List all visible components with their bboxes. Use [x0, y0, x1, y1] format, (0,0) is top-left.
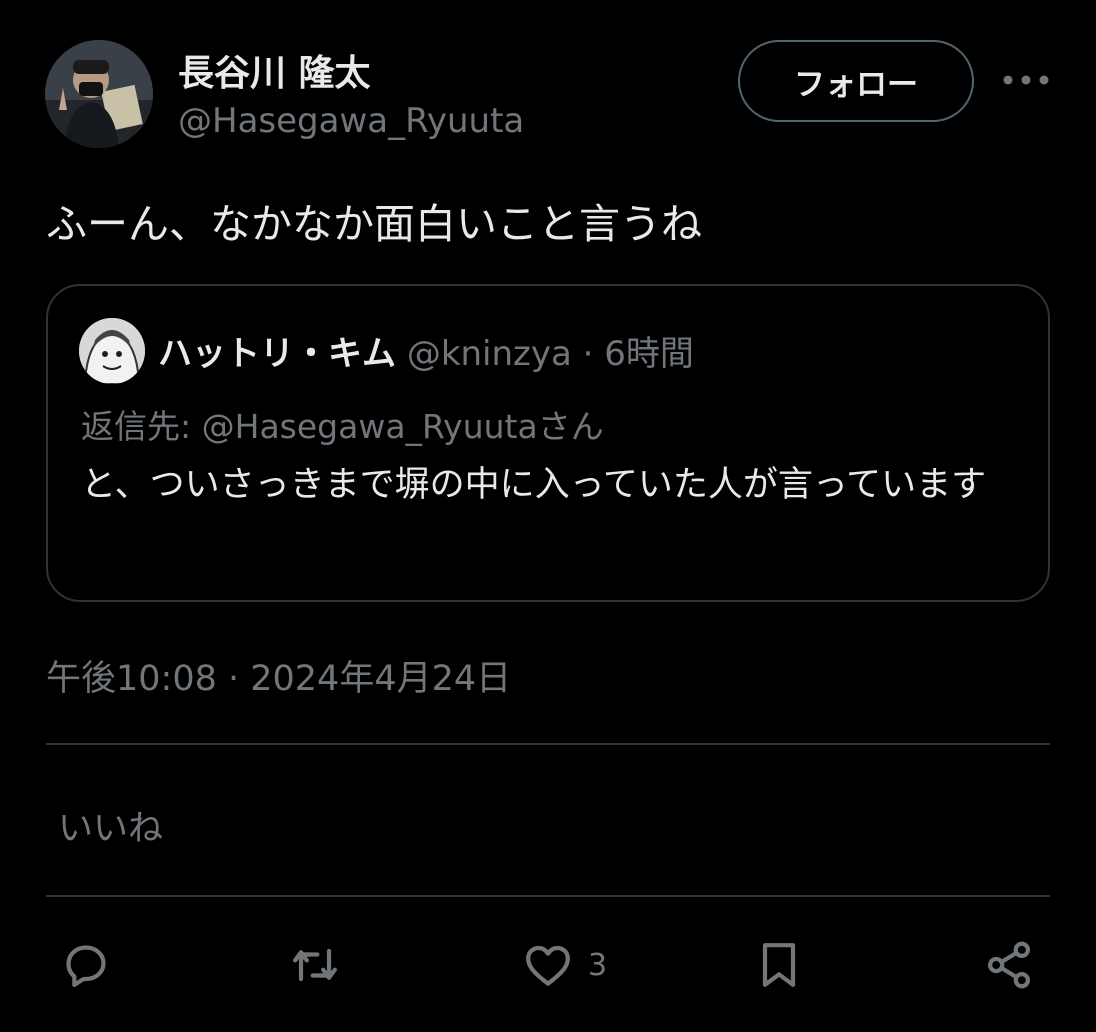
quoted-tweet[interactable]: ハットリ・キム @kninzya · 6時間 返信先: @Hasegawa_Ry…: [46, 284, 1050, 602]
heart-icon: [526, 945, 570, 986]
reply-button[interactable]: [58, 930, 114, 1000]
follow-button[interactable]: フォロー: [738, 40, 974, 122]
reply-to-handle[interactable]: @Hasegawa_Ryuuta: [202, 407, 538, 446]
share-button[interactable]: [981, 930, 1037, 1000]
more-icon: [1003, 75, 1049, 85]
divider: [46, 895, 1050, 897]
share-icon: [988, 941, 1030, 989]
retweet-button[interactable]: [287, 930, 343, 1000]
author-display-name[interactable]: 長谷川 隆太: [178, 44, 371, 96]
quoted-author-handle[interactable]: @kninzya: [407, 334, 572, 374]
like-count: 3: [588, 947, 608, 983]
quoted-reply-to: 返信先: @Hasegawa_Ryuutaさん: [81, 400, 604, 448]
reply-prefix: 返信先:: [81, 407, 192, 446]
divider: [46, 743, 1050, 745]
quoted-text: と、ついさっきまで塀の中に入っていた人が言っています: [81, 465, 987, 505]
quoted-header: ハットリ・キム @kninzya · 6時間: [158, 326, 694, 375]
quoted-time: 6時間: [604, 334, 694, 374]
reply-icon: [66, 945, 106, 987]
bookmark-icon: [762, 943, 796, 987]
quoted-separator: ·: [582, 334, 594, 374]
tweet-text: ふーん、なかなか面白いこと言うね: [46, 200, 702, 248]
likes-label[interactable]: いいね: [58, 800, 163, 851]
bookmark-button[interactable]: [751, 930, 807, 1000]
reply-suffix: さん: [537, 407, 604, 446]
retweet-icon: [293, 948, 337, 982]
more-options-button[interactable]: [1000, 62, 1052, 98]
tweet-timestamp[interactable]: 午後10:08 · 2024年4月24日: [46, 650, 511, 701]
quoted-author-avatar[interactable]: [79, 318, 145, 384]
author-handle[interactable]: @Hasegawa_Ryuuta: [178, 101, 524, 141]
author-avatar[interactable]: [45, 40, 153, 148]
quoted-author-name[interactable]: ハットリ・キム: [158, 334, 396, 374]
like-button[interactable]: 3: [520, 930, 607, 1000]
